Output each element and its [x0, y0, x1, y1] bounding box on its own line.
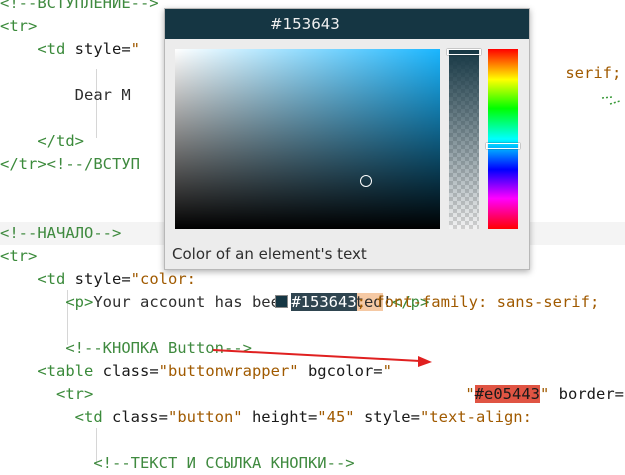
hue-slider[interactable] [486, 49, 520, 229]
saturation-value-area[interactable] [175, 49, 440, 229]
color-picker-header: #153643 [165, 9, 529, 39]
opacity-slider[interactable] [447, 49, 481, 229]
hue-slider-handle[interactable] [486, 143, 520, 149]
color-cursor-handle[interactable] [360, 175, 372, 187]
opacity-slider-handle[interactable] [447, 49, 481, 55]
color-hex-value: #153643 [270, 15, 340, 33]
color-picker-popup[interactable]: #153643 Color of an element's text [164, 8, 530, 270]
color-picker-description: Color of an element's text [172, 245, 367, 263]
